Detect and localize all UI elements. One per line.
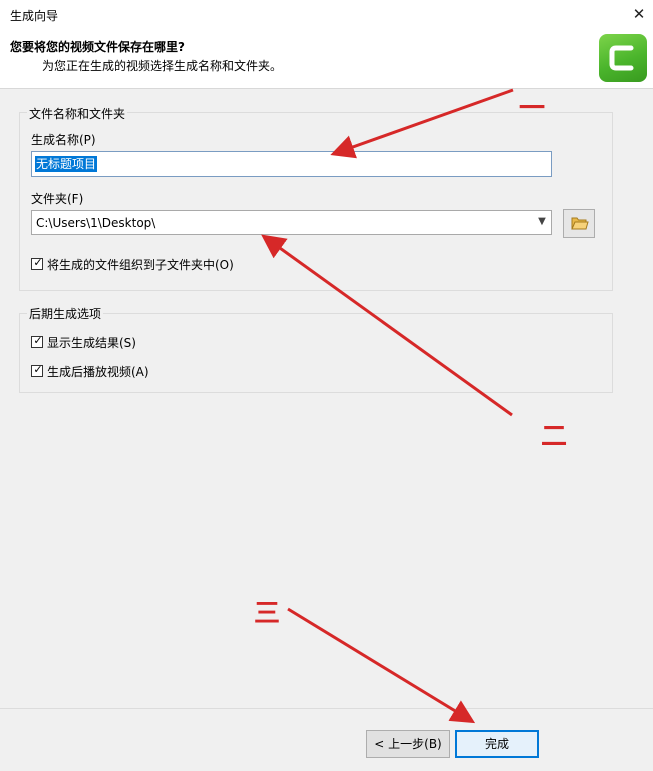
annotation-arrow-one [330,88,514,159]
annotation-label-one: 一 [519,94,546,124]
annotation-arrow-three [287,607,476,724]
annotation-label-three: 三 [254,599,281,629]
annotation-arrows [261,88,514,724]
annotation-arrow-two [261,234,513,417]
annotation-label-two: 二 [541,422,568,452]
